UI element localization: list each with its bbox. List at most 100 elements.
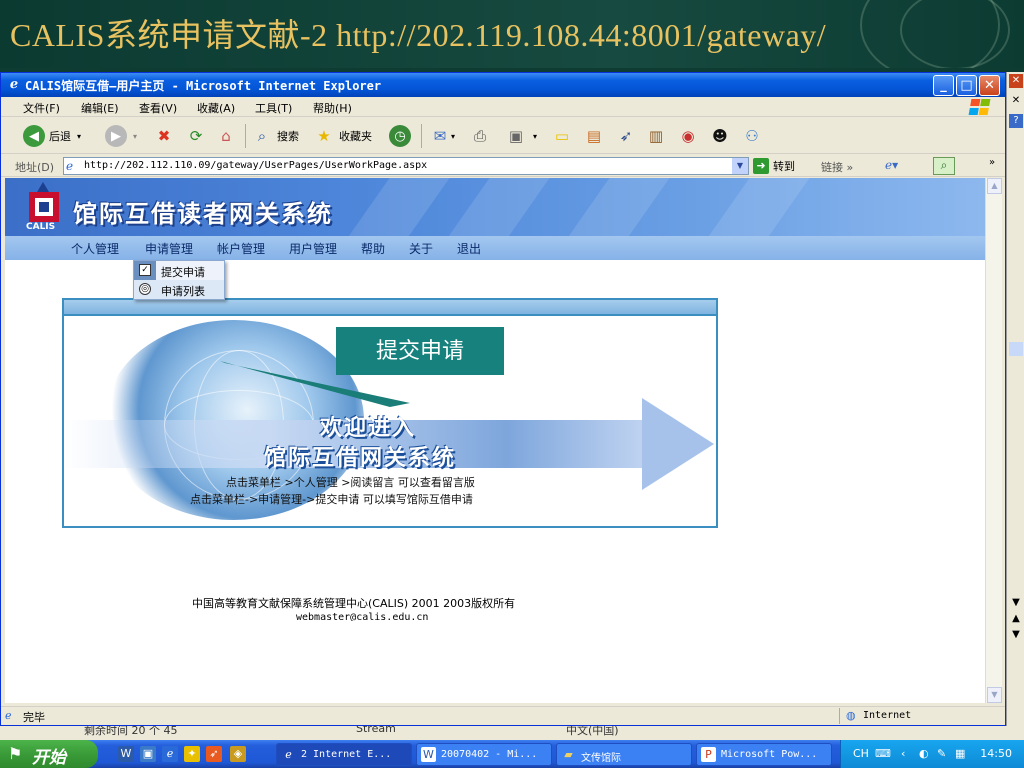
home-button[interactable]: ⌂ [215, 124, 237, 148]
nav-requests[interactable]: 申请管理 [145, 240, 193, 257]
chevron-left-icon[interactable]: ‹ [901, 747, 905, 760]
window-title-bar[interactable]: ℯ CALIS馆际互借—用户主页 - Microsoft Internet Ex… [1, 73, 1005, 97]
go-button[interactable]: ➜ 转到 [753, 158, 795, 174]
task-button-ie[interactable]: ℯ 2 Internet E... [276, 743, 412, 766]
notes-button[interactable]: ▭ [551, 124, 573, 148]
menu-tools[interactable]: 工具(T) [255, 100, 292, 116]
tv-button[interactable]: ▤ [583, 124, 605, 148]
messenger-icon[interactable]: ✦ [184, 746, 200, 762]
star-icon: ★ [317, 127, 331, 145]
edit-button[interactable]: ▣ ▾ [505, 124, 537, 148]
task-button-powerpoint[interactable]: P Microsoft Pow... [696, 743, 832, 766]
search-bar-icon[interactable]: ⌕ [933, 157, 955, 175]
scroll-down-icon[interactable]: ▼ [987, 687, 1002, 703]
favorites-button[interactable]: ★ 收藏夹 [313, 124, 372, 148]
media-button[interactable]: ◉ [677, 124, 699, 148]
address-label: 地址(D) [15, 161, 55, 174]
site-header: CALIS 馆际互借读者网关系统 [5, 178, 985, 236]
task-button-folder[interactable]: ▰ 文传馆际 [556, 743, 692, 766]
media-player-icon[interactable]: ➶ [206, 746, 222, 762]
task-label: Microsoft Pow... [721, 749, 818, 760]
display-icon[interactable]: ▦ [955, 747, 965, 760]
menu-favorites[interactable]: 收藏(A) [197, 100, 235, 116]
messenger-button[interactable]: ➶ [615, 124, 637, 148]
scroll-down-icon[interactable]: ▼ [1009, 628, 1023, 642]
desktop-icon[interactable]: ▣ [140, 746, 156, 762]
minimize-button[interactable]: _ [933, 75, 954, 96]
address-bar: 地址(D) ℯ http://202.112.110.09/gateway/Us… [1, 155, 1005, 177]
maximize-button[interactable]: □ [956, 75, 977, 96]
nav-account[interactable]: 帐户管理 [217, 240, 265, 257]
refresh-button[interactable]: ⟳ [185, 124, 207, 148]
history-icon: ◷ [389, 125, 411, 147]
nav-personal[interactable]: 个人管理 [71, 240, 119, 257]
scroll-down-icon[interactable]: ▼ [1009, 596, 1023, 610]
help-icon[interactable]: ? [1009, 114, 1023, 128]
note-icon: ▭ [554, 127, 570, 145]
maximize-icon: □ [960, 78, 973, 93]
ie-task-icon: ℯ [285, 748, 292, 761]
dropdown-item-submit[interactable]: ✓ 提交申请 [134, 261, 224, 280]
users-icon: ⚇ [745, 127, 759, 145]
close-button[interactable]: ✕ [979, 75, 1000, 96]
users-button[interactable]: ⚇ [741, 124, 763, 148]
network-icon[interactable]: ◐ [919, 747, 929, 760]
back-button[interactable]: ◀ 后退 ▾ [23, 124, 81, 148]
close-icon[interactable]: ✕ [1009, 74, 1023, 88]
word-icon[interactable]: W [118, 746, 134, 762]
address-dropdown-icon[interactable]: ▼ [732, 158, 748, 174]
pencil-icon[interactable]: ✎ [937, 747, 946, 760]
bg-strip-text: Stream [356, 726, 396, 735]
page-icon: ℯ [66, 159, 74, 173]
address-input[interactable]: ℯ http://202.112.110.09/gateway/UserPage… [63, 157, 749, 175]
close-icon[interactable]: ✕ [1009, 94, 1023, 108]
start-label: 开始 [32, 748, 66, 767]
mail-button[interactable]: ✉ ▾ [429, 124, 455, 148]
scroll-up-icon[interactable]: ▲ [987, 178, 1002, 194]
favorites-label: 收藏夹 [339, 130, 372, 143]
header-stripe [333, 178, 457, 236]
scroll-thumb[interactable] [1009, 342, 1023, 356]
site-nav-bar: 个人管理 申请管理 帐户管理 用户管理 帮助 关于 退出 [5, 236, 985, 260]
language-indicator[interactable]: CH [853, 747, 869, 760]
welcome-subheading: 馆际互借网关系统 [264, 446, 457, 471]
msn-icon[interactable]: ℯ▾ [885, 158, 898, 172]
taskbar: ⚑ 开始 W ▣ ℯ ✦ ➶ ◈ ℯ 2 Internet E... W 200… [0, 740, 1024, 768]
task-button-word[interactable]: W 20070402 - Mi... [416, 743, 552, 766]
globe-icon: ◎ [139, 283, 151, 295]
vertical-scrollbar[interactable]: ▲ ▼ [985, 178, 1002, 703]
menu-edit[interactable]: 编辑(E) [81, 100, 119, 116]
scroll-up-icon[interactable]: ▲ [1009, 612, 1023, 626]
nav-logout[interactable]: 退出 [457, 240, 481, 257]
keyboard-icon[interactable]: ⌨ [875, 747, 891, 760]
nav-help[interactable]: 帮助 [361, 240, 385, 257]
close-icon: ✕ [984, 78, 995, 93]
folder-icon: ▰ [564, 748, 573, 761]
footer-email-link[interactable]: webmaster@calis.edu.cn [296, 612, 428, 621]
shield-icon[interactable]: ◈ [230, 746, 246, 762]
qq-button[interactable]: ☻ [709, 124, 731, 148]
menu-view[interactable]: 查看(V) [139, 100, 177, 116]
search-button[interactable]: ⌕ 搜索 [251, 124, 299, 148]
more-chevron-icon[interactable]: » [989, 157, 995, 168]
windows-flag-icon: ⚑ [8, 744, 23, 763]
address-url: http://202.112.110.09/gateway/UserPages/… [84, 160, 428, 171]
nav-users[interactable]: 用户管理 [289, 240, 337, 257]
stop-button[interactable]: ✖ [153, 124, 175, 148]
print-button[interactable]: ⎙ [469, 124, 491, 148]
menu-help[interactable]: 帮助(H) [313, 100, 352, 116]
start-button[interactable]: ⚑ 开始 [0, 740, 98, 768]
edit-icon: ▣ [508, 127, 524, 145]
page-done-icon: ℯ [5, 709, 12, 722]
nav-about[interactable]: 关于 [409, 240, 433, 257]
ie-quicklaunch-icon[interactable]: ℯ [162, 746, 178, 762]
research-button[interactable]: ▥ [645, 124, 667, 148]
task-label: 20070402 - Mi... [441, 749, 538, 760]
links-button[interactable]: 链接 » [821, 159, 853, 175]
menu-file[interactable]: 文件(F) [23, 100, 60, 116]
mail-icon: ✉ [433, 127, 447, 145]
history-button[interactable]: ◷ [389, 124, 411, 148]
forward-button[interactable]: ▶ ▾ [105, 124, 137, 148]
dropdown-item-list[interactable]: ◎ 申请列表 [134, 280, 224, 299]
dropdown-arrow-icon: ▾ [77, 131, 82, 141]
